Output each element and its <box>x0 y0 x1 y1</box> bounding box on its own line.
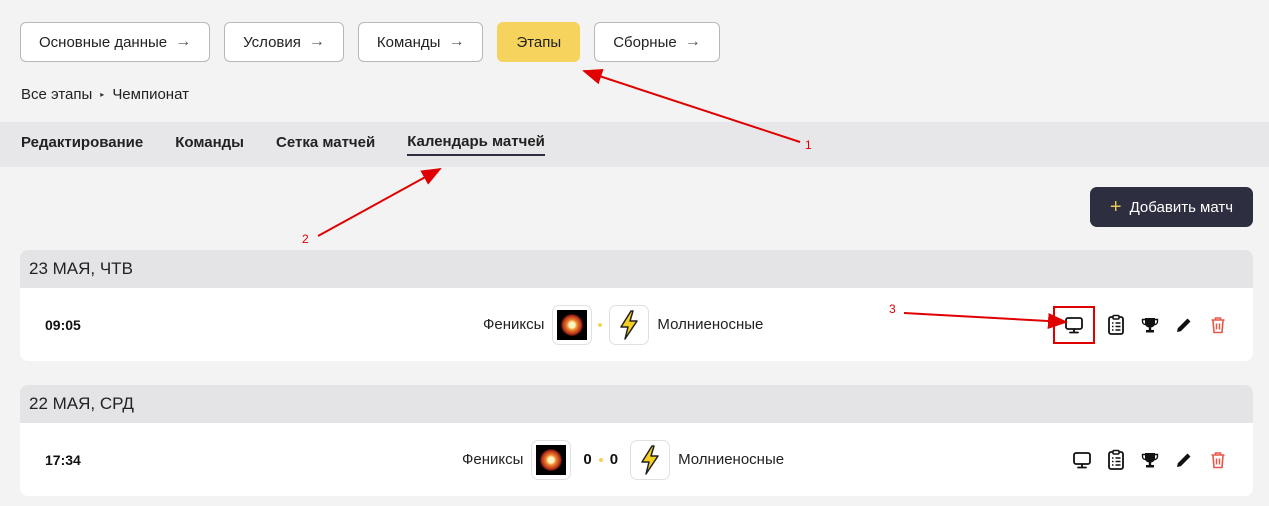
day-group: 23 МАЯ, ЧТВ 09:05 Фениксы Молниеносные <box>20 250 1253 361</box>
step-conditions[interactable]: Условия → <box>224 22 344 62</box>
lightning-icon <box>620 309 639 340</box>
separator-dot <box>598 457 603 462</box>
annotation-label-2: 2 <box>302 232 309 246</box>
clipboard-icon[interactable] <box>1105 449 1127 471</box>
step-label: Основные данные <box>39 33 168 51</box>
tab-teams[interactable]: Команды <box>175 134 244 155</box>
home-score: 0 <box>583 451 592 468</box>
annotation-arrow-2 <box>317 168 442 237</box>
step-basic-data[interactable]: Основные данные → <box>20 22 211 62</box>
day-date: 22 МАЯ, СРД <box>20 385 1253 423</box>
monitor-icon[interactable] <box>1063 314 1085 336</box>
match-time: 17:34 <box>45 451 81 468</box>
pencil-icon[interactable] <box>1173 314 1195 336</box>
match-actions <box>1071 449 1229 471</box>
match-teams: Фениксы Молниеносные <box>483 304 764 345</box>
separator-dot <box>598 322 603 327</box>
away-team-logo <box>630 439 671 480</box>
match-time: 09:05 <box>45 316 81 333</box>
away-score: 0 <box>609 451 619 468</box>
arrow-right-icon: → <box>684 33 701 50</box>
clipboard-icon[interactable] <box>1105 314 1127 336</box>
monitor-icon[interactable] <box>1071 449 1093 471</box>
step-label: Команды <box>376 33 441 51</box>
step-label: Условия <box>243 33 301 51</box>
lightning-icon <box>641 444 659 475</box>
away-team-logo <box>609 304 650 345</box>
home-team-logo <box>531 439 572 480</box>
arrow-right-icon: → <box>308 33 325 50</box>
match-actions <box>1053 305 1229 344</box>
day-date: 23 МАЯ, ЧТВ <box>20 250 1253 288</box>
add-match-label: Добавить матч <box>1129 198 1234 216</box>
step-stages[interactable]: Этапы <box>497 22 581 62</box>
step-national-teams[interactable]: Сборные → <box>594 22 720 62</box>
step-label: Этапы <box>516 33 562 51</box>
annotation-label-3: 3 <box>889 302 896 316</box>
match-row[interactable]: 09:05 Фениксы Молниеносные <box>20 288 1253 361</box>
annotation-label-1: 1 <box>805 138 812 152</box>
away-team-name: Молниеносные <box>657 316 764 333</box>
tab-match-calendar[interactable]: Календарь матчей <box>407 133 545 156</box>
breadcrumb-separator-icon: ▸ <box>100 90 105 99</box>
day-group: 22 МАЯ, СРД 17:34 Фениксы 0 0 Молниеносн… <box>20 385 1253 496</box>
arrow-right-icon: → <box>175 33 192 50</box>
tab-edit[interactable]: Редактирование <box>21 134 143 155</box>
pencil-icon[interactable] <box>1173 449 1195 471</box>
trophy-icon[interactable] <box>1139 449 1161 471</box>
plus-icon: + <box>1109 196 1122 218</box>
tab-bracket[interactable]: Сетка матчей <box>276 134 375 155</box>
step-label: Сборные <box>613 33 677 51</box>
add-match-button[interactable]: + Добавить матч <box>1090 187 1253 227</box>
breadcrumb-current: Чемпионат <box>112 86 189 103</box>
home-team-name: Фениксы <box>462 451 524 468</box>
phoenix-logo-icon <box>557 309 588 340</box>
stage-tabs: Редактирование Команды Сетка матчей Кале… <box>0 122 1269 167</box>
home-team-logo <box>552 304 593 345</box>
breadcrumb: Все этапы ▸ Чемпионат <box>21 86 189 103</box>
trophy-icon[interactable] <box>1139 314 1161 336</box>
home-team-name: Фениксы <box>483 316 545 333</box>
trash-icon[interactable] <box>1207 314 1229 336</box>
step-teams[interactable]: Команды → <box>357 22 484 62</box>
breadcrumb-root[interactable]: Все этапы <box>21 86 92 103</box>
annotation-highlight-box <box>1053 305 1095 344</box>
match-row[interactable]: 17:34 Фениксы 0 0 Молниеносные <box>20 423 1253 496</box>
step-nav: Основные данные → Условия → Команды → Эт… <box>20 22 720 62</box>
arrow-right-icon: → <box>448 33 465 50</box>
match-teams: Фениксы 0 0 Молниеносные <box>462 439 785 480</box>
trash-icon[interactable] <box>1207 449 1229 471</box>
away-team-name: Молниеносные <box>678 451 785 468</box>
phoenix-logo-icon <box>536 444 567 475</box>
